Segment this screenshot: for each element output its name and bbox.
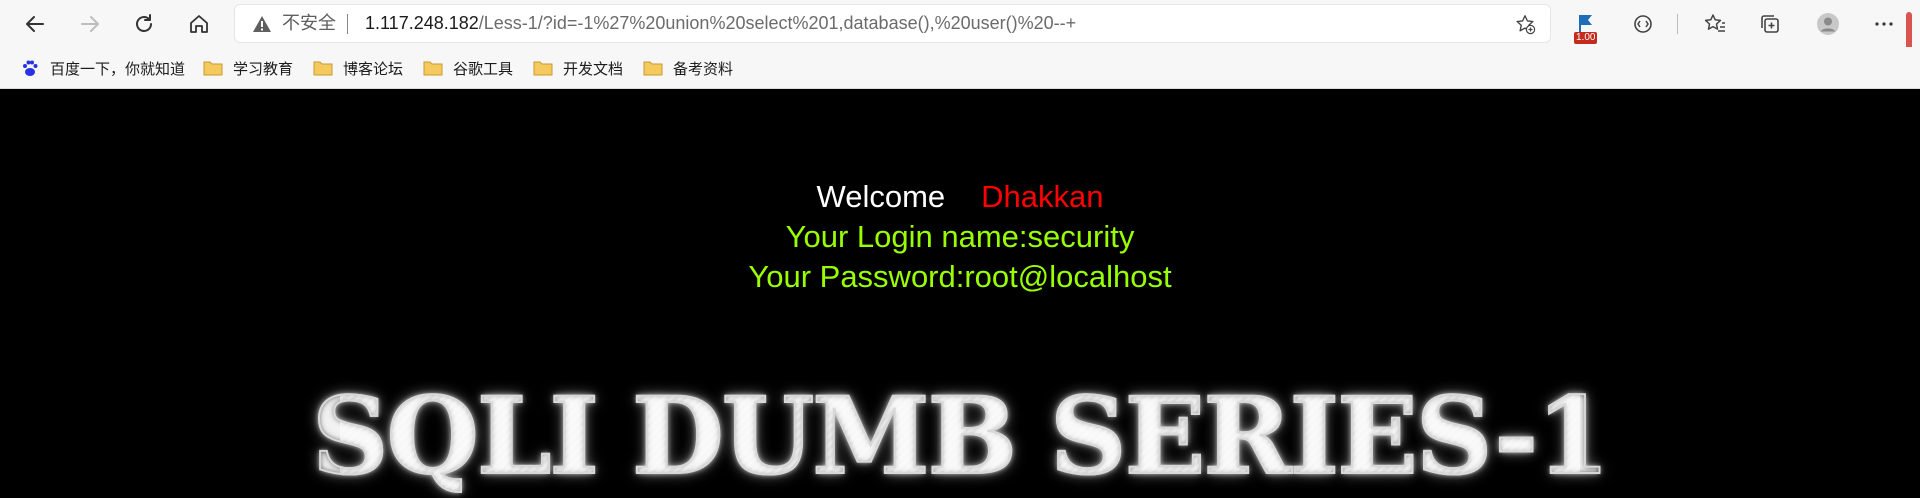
bookmark-folder-blogs[interactable]: 博客论坛 [313, 55, 403, 81]
browser-toolbar: 不安全 1.117.248.182/Less-1/?id=-1%27%20uni… [0, 0, 1920, 47]
back-icon [26, 16, 44, 32]
profile-button[interactable] [1810, 6, 1846, 42]
read-aloud-button[interactable] [1625, 6, 1661, 42]
welcome-line: Welcome Dhakkan [0, 177, 1920, 217]
forward-button[interactable] [72, 6, 108, 42]
url-text[interactable]: 1.117.248.182/Less-1/?id=-1%27%20union%2… [365, 5, 1076, 42]
bookmarks-bar: 百度一下，你就知道 学习教育 博客论坛 谷歌工具 开发文档 备考资料 [0, 47, 1920, 89]
collections-icon [1761, 15, 1779, 33]
page-content: Welcome Dhakkan Your Login name:security … [0, 89, 1920, 498]
refresh-icon [136, 14, 152, 32]
folder-icon [643, 61, 663, 76]
more-icon [1875, 22, 1893, 26]
back-button[interactable] [17, 6, 53, 42]
home-button[interactable] [181, 6, 217, 42]
folder-icon [313, 61, 333, 76]
page-banner: SQLI DUMB SERIES-1 [311, 372, 1611, 498]
extension-badge: 1.00 [1574, 32, 1598, 44]
bookmark-folder-dev-docs[interactable]: 开发文档 [533, 55, 623, 81]
bookmark-label: 开发文档 [563, 60, 624, 78]
folder-icon [203, 61, 223, 76]
address-bar[interactable]: 不安全 1.117.248.182/Less-1/?id=-1%27%20uni… [235, 5, 1550, 42]
url-path: /Less-1/?id=-1%27%20union%20select%201,d… [478, 13, 1077, 33]
folder-icon [533, 61, 553, 76]
home-icon [190, 15, 208, 33]
login-name-line: Your Login name:security [785, 219, 1135, 254]
folder-icon [423, 61, 443, 76]
user-name: Dhakkan [981, 179, 1104, 214]
profile-icon [1817, 13, 1839, 35]
bookmark-label: 博客论坛 [343, 60, 404, 78]
bookmark-label: 学习教育 [233, 60, 294, 78]
welcome-text: Welcome [816, 179, 946, 214]
baidu-icon [23, 60, 38, 76]
bookmark-folder-google-tools[interactable]: 谷歌工具 [423, 55, 513, 81]
bookmark-label: 备考资料 [673, 60, 734, 78]
url-host: 1.117.248.182 [365, 13, 479, 33]
more-button[interactable] [1866, 6, 1902, 42]
favorite-add-icon[interactable] [1514, 13, 1536, 35]
password-line: Your Password:root@localhost [748, 259, 1172, 294]
forward-icon [81, 16, 99, 32]
read-aloud-icon [1634, 15, 1652, 33]
favorites-button[interactable] [1697, 6, 1733, 42]
warning-icon[interactable] [252, 14, 272, 34]
favorites-icon [1704, 14, 1725, 32]
refresh-button[interactable] [126, 6, 162, 42]
collections-button[interactable] [1752, 6, 1788, 42]
toolbar-divider [1677, 14, 1678, 34]
bookmark-label: 谷歌工具 [453, 60, 514, 78]
bookmark-folder-exam[interactable]: 备考资料 [643, 55, 733, 81]
bookmark-item-baidu[interactable]: 百度一下，你就知道 [20, 55, 185, 81]
security-label[interactable]: 不安全 [282, 5, 336, 42]
address-divider [347, 14, 348, 34]
bookmark-folder-study[interactable]: 学习教育 [203, 55, 293, 81]
bookmark-label: 百度一下，你就知道 [50, 60, 186, 78]
